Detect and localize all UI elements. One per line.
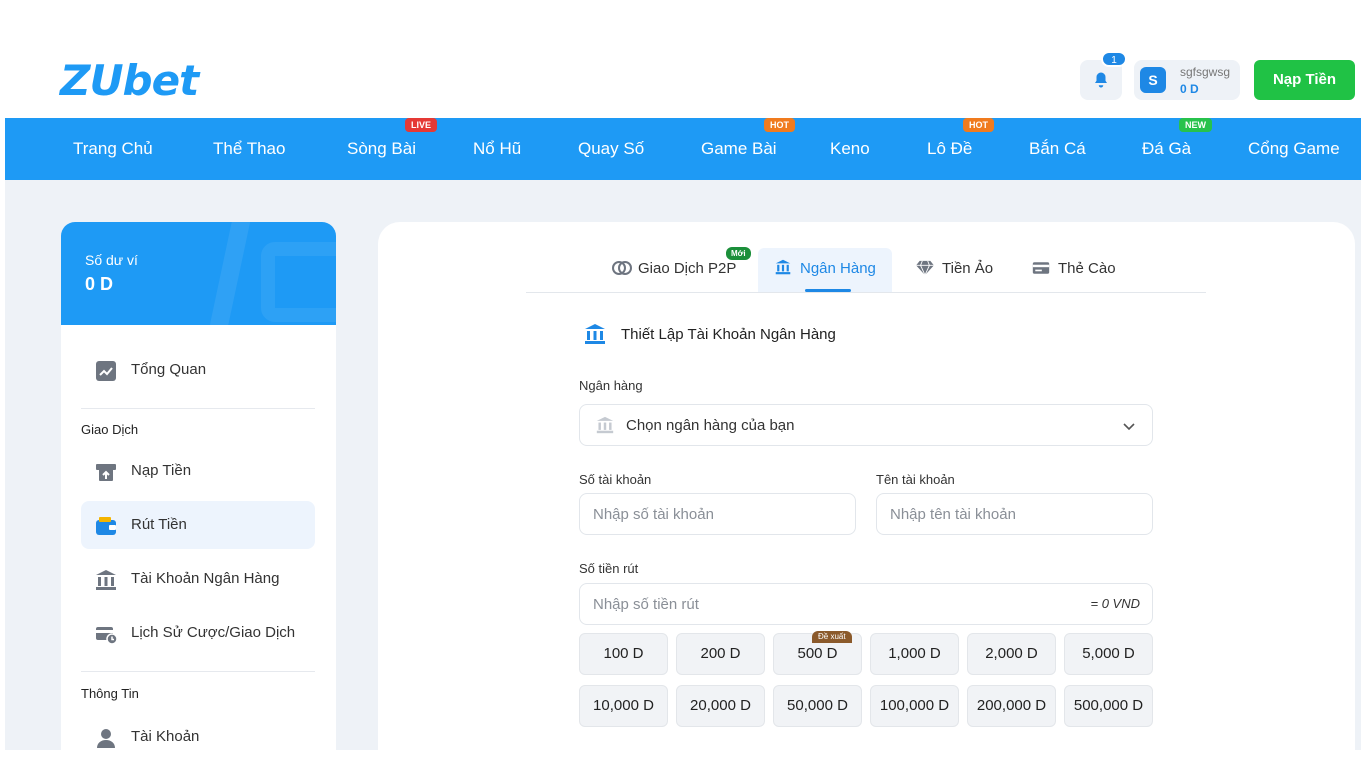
tab-p2p[interactable]: Giao Dịch P2P	[612, 248, 736, 292]
nav-item-home[interactable]: Trang Chủ	[73, 118, 153, 180]
nav-item-sports[interactable]: Thể Thao	[213, 118, 285, 180]
tab-scratch-card[interactable]: Thẻ Cào	[1032, 248, 1116, 292]
amount-option[interactable]: 5,000 D	[1064, 633, 1153, 675]
bank-icon	[596, 416, 614, 434]
sidebar-item-label: Rút Tiền	[131, 516, 187, 533]
amount-placeholder: Nhập số tiền rút	[593, 596, 699, 613]
sidebar-item-withdraw[interactable]: Rút Tiền	[81, 501, 315, 549]
account-number-placeholder: Nhập số tài khoản	[593, 506, 714, 523]
withdraw-panel: Giao Dịch P2P Mới Ngân Hàng Tiền Ảo Thẻ …	[378, 222, 1355, 750]
tab-crypto[interactable]: Tiền Ảo	[916, 248, 993, 292]
sidebar: Số dư ví 0 D Tổng Quan Giao Dịch Nạp Tiề…	[61, 222, 336, 750]
new-badge: NEW	[1179, 118, 1212, 132]
amount-option[interactable]: 500,000 D	[1064, 685, 1153, 727]
avatar: S	[1140, 67, 1166, 93]
amount-option[interactable]: 200 D	[676, 633, 765, 675]
wallet-card: Số dư ví 0 D	[61, 222, 336, 325]
nav-item-game-portal[interactable]: Cổng Game	[1248, 118, 1340, 180]
logo-text: ZUbet	[60, 56, 199, 105]
wallet-balance: 0 D	[85, 274, 114, 294]
suggested-badge: Đề xuất	[812, 631, 852, 643]
sidebar-item-label: Tài Khoản Ngân Hàng	[131, 570, 280, 587]
sidebar-item-label: Nạp Tiền	[131, 462, 192, 479]
nav-item-slots[interactable]: Nổ Hũ	[473, 118, 521, 180]
user-balance: 0 D	[1180, 82, 1199, 96]
bank-select-value: Chọn ngân hàng của bạn	[626, 417, 795, 434]
account-number-field[interactable]: Nhập số tài khoản	[579, 493, 856, 535]
account-name-placeholder: Nhập tên tài khoản	[890, 506, 1016, 523]
amount-option-label: 500 D	[797, 645, 838, 662]
amount-option[interactable]: 2,000 D	[967, 633, 1056, 675]
divider	[81, 671, 315, 672]
divider	[81, 408, 315, 409]
amount-option[interactable]: 200,000 D	[967, 685, 1056, 727]
amount-option[interactable]: 50,000 D	[773, 685, 862, 727]
bell-icon	[1095, 72, 1107, 88]
bank-icon	[96, 570, 116, 590]
amount-option[interactable]: 10,000 D	[579, 685, 668, 727]
tab-label: Thẻ Cào	[1058, 260, 1116, 277]
amount-option-suggested[interactable]: Đề xuất 500 D	[773, 631, 862, 675]
hot-badge: HOT	[963, 118, 994, 132]
chevron-down-icon	[1123, 423, 1135, 431]
logo[interactable]: ZUbet	[60, 56, 216, 106]
sidebar-item-label: Tổng Quan	[131, 361, 207, 378]
sidebar-item-history[interactable]: Lịch Sử Cược/Giao Dịch	[81, 609, 315, 657]
deposit-button[interactable]: Nạp Tiền	[1254, 60, 1355, 100]
diamond-icon	[916, 260, 934, 277]
bank-icon	[585, 324, 605, 344]
wallet-label: Số dư ví	[85, 252, 138, 268]
header: ZUbet 1 S sgfsgwsg 0 D Nạp Tiền	[0, 0, 1366, 118]
sidebar-item-label: Tài Khoản	[131, 728, 200, 745]
bank-label: Ngân hàng	[579, 378, 643, 393]
bank-select[interactable]: Chọn ngân hàng của bạn	[579, 404, 1153, 446]
section-title-transactions: Giao Dịch	[81, 422, 139, 437]
amount-conversion: = 0 VND	[1090, 596, 1141, 611]
deposit-icon	[96, 464, 116, 481]
bank-icon	[775, 259, 791, 275]
chart-icon	[96, 361, 116, 381]
new-badge: Mới	[726, 247, 751, 260]
card-icon	[1032, 262, 1050, 274]
hot-badge: HOT	[764, 118, 795, 132]
tab-label: Tiền Ảo	[942, 260, 994, 277]
nav-item-fishing[interactable]: Bắn Cá	[1029, 118, 1086, 180]
notification-count-badge: 1	[1101, 51, 1127, 67]
sidebar-item-account[interactable]: Tài Khoản	[81, 713, 315, 750]
sidebar-item-overview[interactable]: Tổng Quan	[81, 346, 315, 394]
tab-label: Ngân Hàng	[800, 260, 876, 277]
amount-option[interactable]: 100,000 D	[870, 685, 959, 727]
amount-option[interactable]: 1,000 D	[870, 633, 959, 675]
history-icon	[96, 627, 117, 645]
amount-option[interactable]: 100 D	[579, 633, 668, 675]
user-menu[interactable]: S sgfsgwsg 0 D	[1134, 60, 1240, 100]
account-name-label: Tên tài khoản	[876, 472, 955, 487]
main-nav: Trang Chủ Thể Thao Sòng Bài LIVE Nổ Hũ Q…	[5, 118, 1361, 180]
amount-field[interactable]: Nhập số tiền rút = 0 VND	[579, 583, 1153, 625]
user-icon	[97, 729, 115, 748]
tab-bank[interactable]: Ngân Hàng	[758, 248, 892, 292]
nav-item-lottery[interactable]: Quay Số	[578, 118, 644, 180]
exchange-icon	[612, 261, 632, 275]
sidebar-item-deposit[interactable]: Nạp Tiền	[81, 447, 315, 495]
username: sgfsgwsg	[1180, 65, 1231, 79]
amount-option[interactable]: 20,000 D	[676, 685, 765, 727]
sidebar-item-label: Lịch Sử Cược/Giao Dịch	[131, 624, 296, 641]
account-name-field[interactable]: Nhập tên tài khoản	[876, 493, 1153, 535]
account-number-label: Số tài khoản	[579, 472, 652, 487]
sidebar-item-bank-account[interactable]: Tài Khoản Ngân Hàng	[81, 555, 315, 603]
tab-label: Giao Dịch P2P	[638, 260, 737, 277]
form-title: Thiết Lập Tài Khoản Ngân Hàng	[621, 326, 836, 343]
nav-item-keno[interactable]: Keno	[830, 118, 870, 180]
amount-label: Số tiền rút	[579, 561, 639, 576]
wallet-icon	[96, 517, 116, 535]
live-badge: LIVE	[405, 118, 438, 132]
section-title-info: Thông Tin	[81, 686, 139, 701]
tabs-divider	[526, 292, 1206, 293]
